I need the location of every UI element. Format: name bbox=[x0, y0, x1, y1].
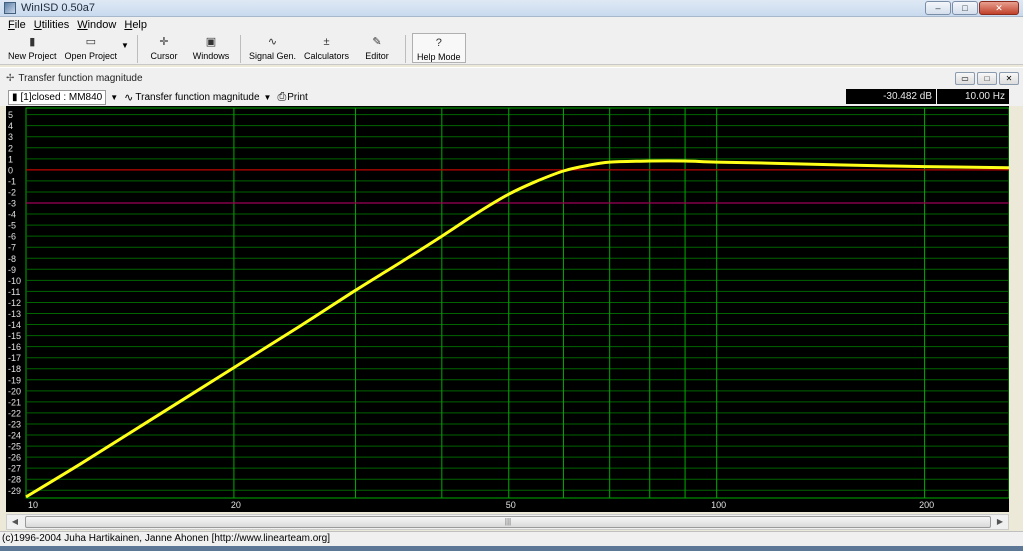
x-tick-label: 200 bbox=[919, 500, 934, 510]
y-tick-label: -8 bbox=[8, 254, 16, 264]
open-project-button[interactable]: ▭ Open Project bbox=[61, 33, 122, 63]
y-tick-label: -29 bbox=[8, 486, 21, 496]
menu-help[interactable]: Help bbox=[120, 19, 151, 31]
graph-select[interactable]: Transfer function magnitude bbox=[135, 92, 259, 103]
child-window-title: Transfer function magnitude bbox=[18, 72, 143, 84]
child-maximize-button[interactable]: □ bbox=[977, 72, 997, 85]
crosshair-icon: ✛ bbox=[159, 36, 169, 48]
pin-icon: ✢ bbox=[6, 72, 15, 84]
title-bar: WinISD 0.50a7 – □ ✕ bbox=[0, 0, 1023, 17]
document-icon: ▮ bbox=[29, 36, 36, 48]
child-close-button[interactable]: ✕ bbox=[999, 72, 1019, 85]
y-tick-label: -27 bbox=[8, 464, 21, 474]
y-tick-label: -25 bbox=[8, 442, 21, 452]
editor-button[interactable]: ✎ Editor bbox=[353, 33, 401, 63]
sine-wave-icon: ∿ bbox=[267, 36, 278, 48]
hz-readout: 10.00 Hz bbox=[937, 89, 1009, 104]
calculators-button[interactable]: ± Calculators bbox=[300, 33, 353, 63]
y-tick-label: -21 bbox=[8, 397, 21, 407]
y-tick-label: -3 bbox=[8, 199, 16, 209]
y-tick-label: -12 bbox=[8, 298, 21, 308]
y-tick-label: -11 bbox=[8, 287, 20, 297]
folder-icon: ▭ bbox=[85, 36, 96, 48]
window-title: WinISD 0.50a7 bbox=[21, 2, 95, 14]
question-icon: ? bbox=[435, 37, 442, 49]
y-tick-label: 0 bbox=[8, 165, 13, 175]
menu-window[interactable]: Window bbox=[73, 19, 120, 31]
scroll-thumb[interactable]: ||| bbox=[25, 516, 991, 528]
y-tick-label: -9 bbox=[8, 265, 16, 275]
y-tick-label: -14 bbox=[8, 320, 21, 330]
new-project-button[interactable]: ▮ New Project bbox=[4, 33, 61, 63]
y-tick-label: 4 bbox=[8, 121, 13, 131]
y-tick-label: -13 bbox=[8, 309, 21, 319]
y-tick-label: -26 bbox=[8, 453, 21, 463]
y-tick-label: -5 bbox=[8, 221, 16, 231]
menu-bar: File Utilities Window Help bbox=[0, 17, 1023, 33]
y-tick-label: -16 bbox=[8, 342, 21, 352]
x-tick-label: 10 bbox=[28, 500, 38, 510]
menu-file[interactable]: File bbox=[4, 19, 30, 31]
maximize-button[interactable]: □ bbox=[952, 1, 978, 15]
y-tick-label: -15 bbox=[8, 331, 21, 341]
y-tick-label: -7 bbox=[8, 243, 16, 253]
calculator-icon: ± bbox=[323, 36, 330, 48]
toolbar-separator bbox=[405, 35, 407, 63]
help-mode-button[interactable]: ? Help Mode bbox=[412, 33, 466, 63]
editor-icon: ✎ bbox=[372, 36, 382, 48]
printer-icon: ⎙ bbox=[277, 90, 287, 103]
horizontal-scrollbar[interactable]: ◀ ||| ▶ bbox=[6, 514, 1009, 530]
scroll-right-arrow-icon[interactable]: ▶ bbox=[992, 515, 1008, 529]
y-tick-label: 5 bbox=[8, 110, 13, 120]
y-tick-label: -6 bbox=[8, 232, 16, 242]
chart-toolbar: ▮ [1]closed : MM840 ▼ ∿ Transfer functio… bbox=[0, 88, 1023, 106]
menu-utilities[interactable]: Utilities bbox=[30, 19, 73, 31]
cursor-button[interactable]: ✛ Cursor bbox=[142, 33, 186, 63]
x-tick-label: 20 bbox=[231, 500, 241, 510]
close-button[interactable]: ✕ bbox=[979, 1, 1019, 15]
project-dropdown-icon[interactable]: ▼ bbox=[110, 93, 118, 102]
y-tick-label: -24 bbox=[8, 431, 21, 441]
windows-button[interactable]: ▣ Windows bbox=[186, 33, 236, 63]
db-readout: -30.482 dB bbox=[846, 89, 936, 104]
child-window-controls: ▭ □ ✕ bbox=[955, 72, 1019, 85]
main-toolbar: ▮ New Project ▭ Open Project ▼ ✛ Cursor … bbox=[0, 33, 1023, 65]
project-icon: ▮ bbox=[12, 91, 18, 103]
window-controls: – □ ✕ bbox=[925, 1, 1019, 15]
project-select[interactable]: ▮ [1]closed : MM840 bbox=[8, 89, 107, 105]
windows-icon: ▣ bbox=[205, 36, 217, 48]
toolbar-separator bbox=[239, 35, 241, 63]
signal-gen-button[interactable]: ∿ Signal Gen. bbox=[245, 33, 300, 63]
status-bar: (c)1996-2004 Juha Hartikainen, Janne Aho… bbox=[0, 531, 1023, 546]
y-tick-label: -2 bbox=[8, 187, 16, 197]
plot-canvas[interactable]: 543210-1-2-3-4-5-6-7-8-9-10-11-12-13-14-… bbox=[6, 106, 1009, 512]
y-tick-label: -28 bbox=[8, 475, 21, 485]
y-tick-label: -22 bbox=[8, 408, 21, 418]
child-window-title-bar: ✢ Transfer function magnitude ▭ □ ✕ bbox=[0, 67, 1023, 88]
y-tick-label: -18 bbox=[8, 364, 21, 374]
y-tick-label: -4 bbox=[8, 210, 16, 220]
y-tick-label: 1 bbox=[8, 154, 13, 164]
graph-dropdown-icon[interactable]: ▼ bbox=[264, 93, 272, 102]
y-tick-label: 2 bbox=[8, 143, 13, 153]
y-tick-label: -1 bbox=[8, 176, 16, 186]
sine-wave-icon: ∿ bbox=[124, 91, 134, 104]
child-minimize-button[interactable]: ▭ bbox=[955, 72, 975, 85]
y-tick-label: -20 bbox=[8, 386, 21, 396]
y-tick-label: -17 bbox=[8, 353, 21, 363]
taskbar-strip bbox=[0, 546, 1023, 551]
y-tick-label: -10 bbox=[8, 276, 21, 286]
y-tick-label: 3 bbox=[8, 132, 13, 142]
transfer-function-plot[interactable]: 5 4 3 2 1 0 -1 -2 -3 -4 -5 -6 -7 -8 -9 -10 -11 -12 -13 -14-… bbox=[6, 106, 1009, 512]
scroll-left-arrow-icon[interactable]: ◀ bbox=[7, 515, 23, 529]
print-button[interactable]: Print bbox=[287, 92, 308, 103]
x-tick-label: 100 bbox=[711, 500, 726, 510]
x-tick-label: 50 bbox=[506, 500, 516, 510]
y-tick-label: -19 bbox=[8, 375, 21, 385]
y-tick-label: -23 bbox=[8, 419, 21, 429]
toolbar-separator bbox=[136, 35, 138, 63]
minimize-button[interactable]: – bbox=[925, 1, 951, 15]
open-project-dropdown-icon[interactable]: ▼ bbox=[121, 41, 129, 50]
app-icon bbox=[4, 2, 16, 14]
